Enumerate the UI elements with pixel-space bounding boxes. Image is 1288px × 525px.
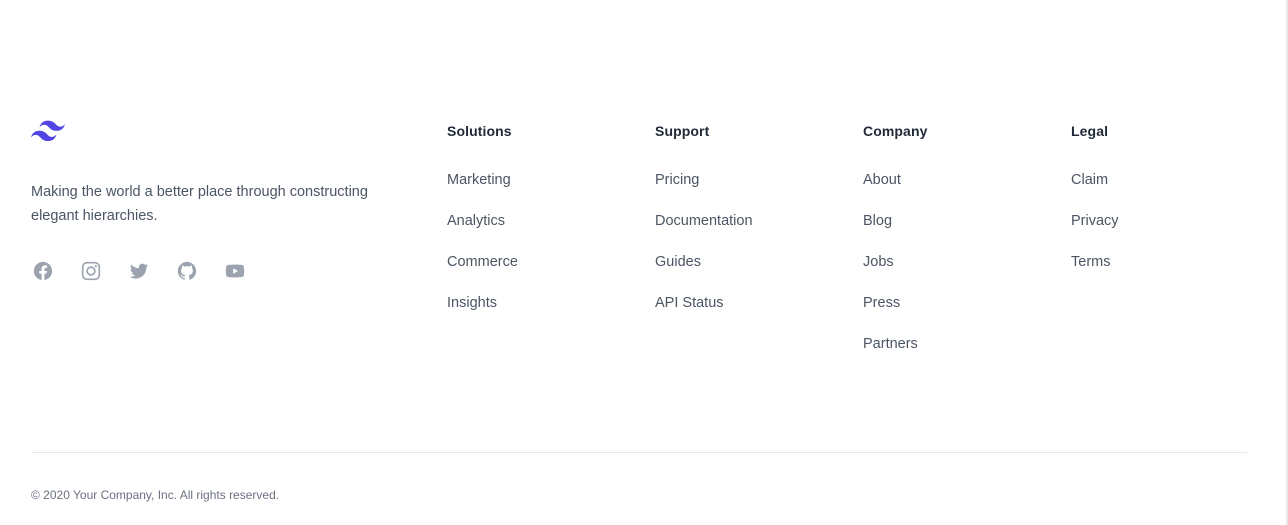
social-links bbox=[31, 259, 247, 283]
facebook-icon bbox=[33, 261, 53, 281]
github-link[interactable] bbox=[175, 259, 199, 283]
footer-link-documentation[interactable]: Documentation bbox=[655, 213, 753, 229]
instagram-link[interactable] bbox=[79, 259, 103, 283]
twitter-link[interactable] bbox=[127, 259, 151, 283]
github-icon bbox=[177, 261, 197, 280]
footer-column-company: Company About Blog Jobs Press Partners bbox=[863, 122, 1043, 352]
instagram-icon bbox=[81, 261, 101, 281]
column-heading: Support bbox=[655, 123, 710, 139]
copyright-text: © 2020 Your Company, Inc. All rights res… bbox=[31, 488, 280, 502]
tailwind-wave-icon[interactable] bbox=[31, 118, 65, 144]
footer-link-jobs[interactable]: Jobs bbox=[863, 254, 894, 270]
youtube-link[interactable] bbox=[223, 259, 247, 283]
footer-link-commerce[interactable]: Commerce bbox=[447, 254, 518, 270]
footer-link-privacy[interactable]: Privacy bbox=[1071, 213, 1119, 229]
footer-link-insights[interactable]: Insights bbox=[447, 295, 497, 311]
site-footer: Making the world a better place through … bbox=[31, 0, 1247, 525]
footer-brand: Making the world a better place through … bbox=[31, 118, 411, 281]
footer-tagline: Making the world a better place through … bbox=[31, 184, 368, 224]
footer-link-press[interactable]: Press bbox=[863, 295, 900, 311]
column-heading: Company bbox=[863, 123, 928, 139]
footer-link-about[interactable]: About bbox=[863, 172, 901, 188]
footer-link-terms[interactable]: Terms bbox=[1071, 254, 1110, 270]
footer-link-claim[interactable]: Claim bbox=[1071, 172, 1108, 188]
footer-link-api-status[interactable]: API Status bbox=[655, 295, 724, 311]
footer-link-guides[interactable]: Guides bbox=[655, 254, 701, 270]
footer-column-support: Support Pricing Documentation Guides API… bbox=[655, 122, 835, 311]
twitter-icon bbox=[129, 263, 149, 279]
footer-column-solutions: Solutions Marketing Analytics Commerce I… bbox=[447, 122, 627, 311]
footer-link-pricing[interactable]: Pricing bbox=[655, 172, 699, 188]
footer-divider bbox=[31, 452, 1247, 453]
column-heading: Solutions bbox=[447, 123, 512, 139]
column-heading: Legal bbox=[1071, 123, 1109, 139]
youtube-icon bbox=[225, 264, 245, 278]
footer-link-marketing[interactable]: Marketing bbox=[447, 172, 511, 188]
facebook-link[interactable] bbox=[31, 259, 55, 283]
footer-link-partners[interactable]: Partners bbox=[863, 336, 918, 352]
footer-link-analytics[interactable]: Analytics bbox=[447, 213, 505, 229]
footer-column-legal: Legal Claim Privacy Terms bbox=[1071, 122, 1251, 270]
footer-link-blog[interactable]: Blog bbox=[863, 213, 892, 229]
